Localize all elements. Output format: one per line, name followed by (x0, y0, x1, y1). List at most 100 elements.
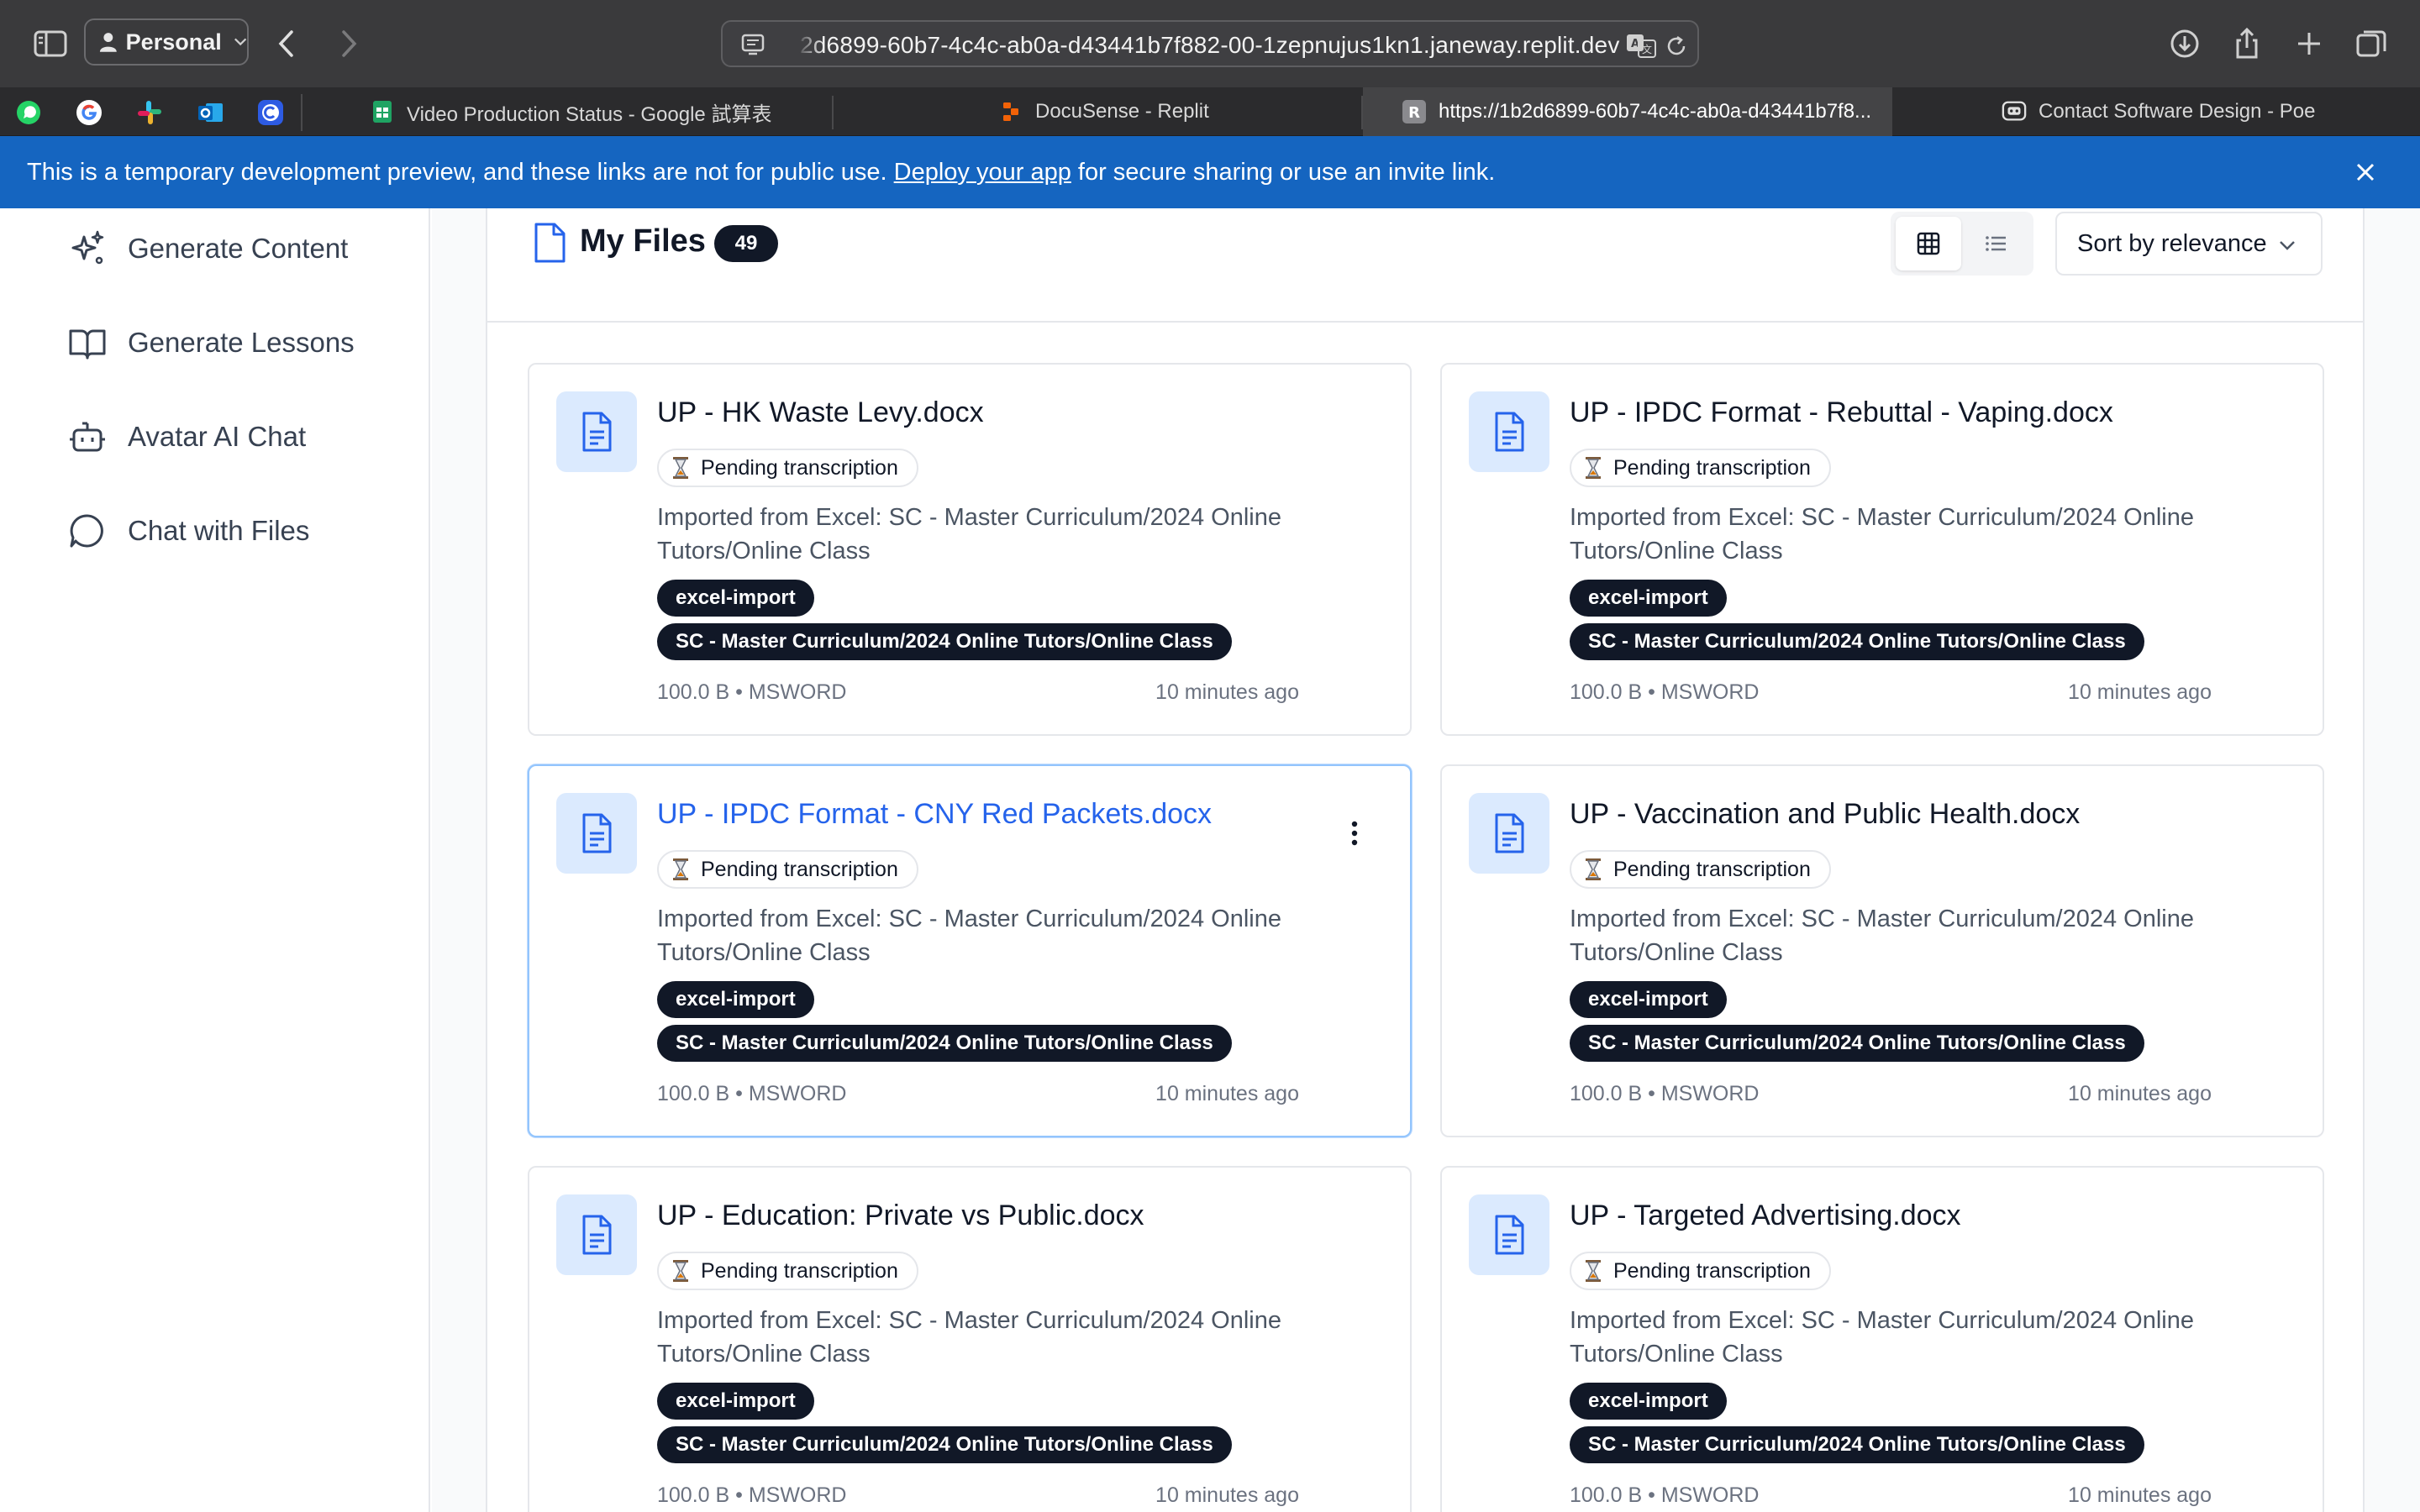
file-card-selected[interactable]: UP - IPDC Format - CNY Red Packets.docx … (528, 764, 1412, 1137)
tag-chip[interactable]: SC - Master Curriculum/2024 Online Tutor… (657, 623, 1232, 660)
tab-video-production-status[interactable]: Video Production Status - Google 試算表 (370, 87, 823, 136)
banner-text-after: for secure sharing or use an invite link… (1071, 158, 1496, 186)
status-badge: Pending transcription (1570, 850, 1831, 889)
tab-docusense-replit[interactable]: DocuSense - Replit (998, 87, 1360, 136)
url-fade (781, 27, 823, 64)
list-view-button[interactable] (1963, 217, 2028, 270)
canva-icon (258, 100, 283, 125)
more-options-icon[interactable] (1349, 820, 1360, 847)
file-card[interactable]: UP - Vaccination and Public Health.docx … (1440, 764, 2324, 1137)
file-card[interactable]: UP - IPDC Format - Rebuttal - Vaping.doc… (1440, 363, 2324, 736)
reload-icon[interactable] (1664, 34, 1689, 59)
tag-chip[interactable]: SC - Master Curriculum/2024 Online Tutor… (1570, 1426, 2144, 1463)
tag-chip[interactable]: SC - Master Curriculum/2024 Online Tutor… (1570, 1025, 2144, 1062)
status-text: Pending transcription (1613, 455, 1811, 480)
dev-preview-banner: This is a temporary development preview,… (0, 136, 2420, 208)
files-panel: My Files 49 Sort by relevance UP - HK Wa… (486, 208, 2365, 1512)
banner-text-before: This is a temporary development preview,… (27, 158, 894, 186)
sidebar-item-generate-content[interactable]: Generate Content (67, 223, 348, 274)
status-text: Pending transcription (701, 455, 898, 480)
forward-arrow-icon[interactable] (331, 27, 365, 60)
tab-divider (832, 96, 834, 129)
tag-chip[interactable]: excel-import (1570, 580, 1727, 617)
document-icon-tile (1469, 391, 1549, 472)
file-timestamp: 10 minutes ago (2068, 1082, 2212, 1105)
document-icon (1495, 1215, 1524, 1255)
sidebar-toggle-icon[interactable] (32, 25, 69, 62)
file-timestamp: 10 minutes ago (1155, 680, 1299, 704)
tag-chip[interactable]: SC - Master Curriculum/2024 Online Tutor… (1570, 623, 2144, 660)
pinned-tab-outlook[interactable] (187, 96, 234, 129)
file-name[interactable]: UP - Education: Private vs Public.docx (657, 1200, 1144, 1232)
file-meta: 100.0 B • MSWORD (1570, 1483, 1760, 1507)
book-open-icon (69, 329, 106, 360)
chevron-down-icon (2280, 241, 2295, 250)
site-settings-icon[interactable] (741, 34, 765, 55)
status-badge: Pending transcription (1570, 449, 1831, 487)
sidebar-item-chat-with-files[interactable]: Chat with Files (67, 506, 309, 556)
hourglass-icon (673, 457, 688, 479)
deploy-app-link[interactable]: Deploy your app (894, 159, 1071, 186)
tag-chip[interactable]: SC - Master Curriculum/2024 Online Tutor… (657, 1025, 1232, 1062)
tag-chip[interactable]: excel-import (657, 981, 814, 1018)
hourglass-icon (1586, 1260, 1601, 1282)
file-name[interactable]: UP - IPDC Format - CNY Red Packets.docx (657, 798, 1212, 831)
tab-contact-software-design-poe[interactable]: Contact Software Design - Poe (2002, 87, 2420, 136)
hourglass-icon (1586, 457, 1601, 479)
file-description: Imported from Excel: SC - Master Curricu… (1570, 504, 2194, 564)
pinned-tab-slack[interactable] (126, 96, 173, 129)
new-tab-plus-icon[interactable] (2291, 25, 2328, 62)
file-name[interactable]: UP - Targeted Advertising.docx (1570, 1200, 1961, 1232)
file-card[interactable]: UP - Targeted Advertising.docx Pending t… (1440, 1166, 2324, 1512)
file-icon (534, 223, 566, 263)
tag-chip[interactable]: excel-import (657, 1383, 814, 1420)
file-meta: 100.0 B • MSWORD (1570, 680, 1760, 704)
file-timestamp: 10 minutes ago (1155, 1082, 1299, 1105)
file-description: Imported from Excel: SC - Master Curricu… (657, 1307, 1281, 1368)
profile-label: Personal (125, 29, 222, 55)
address-bar[interactable]: 2d6899-60b7-4c4c-ab0a-d43441b7f882-00-1z… (721, 20, 1699, 67)
replit-icon (1003, 102, 1018, 121)
tag-chip[interactable]: SC - Master Curriculum/2024 Online Tutor… (657, 1426, 1232, 1463)
back-arrow-icon[interactable] (271, 27, 304, 60)
document-icon (582, 1215, 612, 1255)
sidebar-item-label: Generate Lessons (128, 327, 355, 358)
outlook-icon (198, 103, 223, 122)
file-name[interactable]: UP - HK Waste Levy.docx (657, 396, 984, 429)
sort-dropdown[interactable]: Sort by relevance (2055, 212, 2323, 276)
download-icon[interactable] (2166, 25, 2203, 62)
svg-text:文: 文 (1642, 43, 1652, 55)
file-description: Imported from Excel: SC - Master Curricu… (1570, 1307, 2194, 1368)
file-card[interactable]: UP - HK Waste Levy.docx Pending transcri… (528, 363, 1412, 736)
share-icon[interactable] (2228, 25, 2265, 62)
pinned-tab-google[interactable] (66, 96, 113, 129)
tab-label: Contact Software Design - Poe (2039, 100, 2316, 123)
close-icon[interactable] (2353, 160, 2378, 185)
grid-icon (1917, 232, 1940, 255)
sidebar-item-avatar-ai-chat[interactable]: Avatar AI Chat (67, 412, 306, 462)
translate-icon[interactable]: A 文 (1625, 32, 1659, 59)
file-card[interactable]: UP - Education: Private vs Public.docx P… (528, 1166, 1412, 1512)
pinned-tab-canva[interactable] (247, 96, 294, 129)
file-name[interactable]: UP - Vaccination and Public Health.docx (1570, 798, 2080, 831)
pinned-separator (301, 94, 302, 131)
tag-chip[interactable]: excel-import (1570, 1383, 1727, 1420)
tab-replit-preview[interactable]: R https://1b2d6899-60b7-4c4c-ab0a-d43441… (1363, 87, 1892, 136)
list-icon (1986, 236, 2006, 251)
hourglass-icon (673, 858, 688, 880)
sidebar-item-generate-lessons[interactable]: Generate Lessons (67, 318, 355, 368)
tag-chip[interactable]: excel-import (1570, 981, 1727, 1018)
document-icon-tile (556, 793, 637, 874)
tab-label: Video Production Status - Google 試算表 (407, 102, 772, 126)
file-name[interactable]: UP - IPDC Format - Rebuttal - Vaping.doc… (1570, 396, 2113, 429)
grid-view-button[interactable] (1896, 217, 1961, 270)
profile-button[interactable]: Personal (84, 18, 249, 66)
status-text: Pending transcription (701, 857, 898, 881)
google-sheets-icon (373, 101, 392, 123)
tab-overview-icon[interactable] (2353, 25, 2390, 62)
pinned-tab-whatsapp[interactable] (5, 96, 52, 129)
document-icon (1495, 412, 1524, 452)
file-meta: 100.0 B • MSWORD (657, 680, 847, 704)
app-sidebar: Generate Content Generate Lessons Avatar… (0, 208, 430, 1512)
tag-chip[interactable]: excel-import (657, 580, 814, 617)
